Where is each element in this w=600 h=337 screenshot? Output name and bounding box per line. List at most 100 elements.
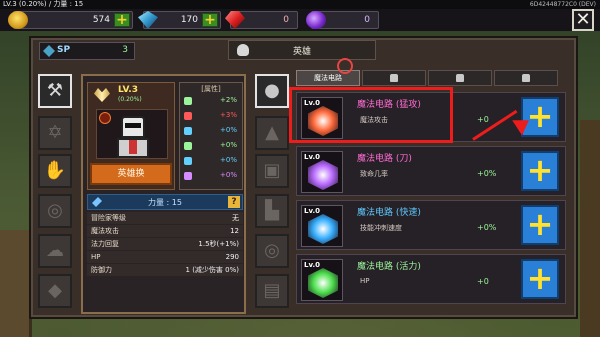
skill-level: Lv.0 [304, 153, 320, 161]
hexagon-gem-icon [308, 160, 338, 190]
power-label: 力量 : 15 [148, 198, 182, 207]
tree-trunk-left [0, 230, 32, 337]
skill-value: +0 [477, 277, 489, 286]
skill-description: 致命几率 [360, 170, 388, 178]
ring-icon: ◎ [47, 200, 63, 221]
lock-icon [456, 74, 464, 82]
sp-diamond-icon [43, 45, 55, 57]
attribute-row: +0% [183, 155, 241, 167]
tab-locked-2[interactable] [428, 70, 492, 86]
skill-level: Lv.0 [304, 261, 320, 269]
stat-value: 1.5秒(+1%) [198, 240, 239, 248]
change-hero-button[interactable]: 英雄换 [90, 163, 172, 185]
dark-icon [184, 172, 192, 180]
knight-visor [125, 123, 141, 128]
wings-icon [94, 88, 110, 102]
tab-boots[interactable]: ▙ [255, 194, 289, 228]
add-gem-button[interactable]: + [202, 13, 218, 27]
hexagon-gem-icon [308, 268, 338, 298]
tab-locked-1[interactable] [362, 70, 426, 86]
gold-counter: 574 + [8, 11, 133, 29]
tab-magic-circuit[interactable]: 魔法电路 [296, 70, 360, 86]
gem-counter: 170 + [138, 11, 221, 29]
stat-value: 12 [230, 227, 239, 235]
stat-value: 1 (减少伤害 0%) [185, 266, 239, 274]
cards-icon: ▤ [263, 280, 281, 301]
tab-hexagram[interactable]: ✡ [38, 116, 72, 150]
tab-ring-2[interactable]: ◎ [255, 234, 289, 268]
stat-label: HP [91, 253, 101, 261]
upgrade-skill-button[interactable]: + [521, 205, 559, 245]
stats-list: 冒险家等级 无 魔法攻击 12 法力回复 1.5秒(+1%) HP 290 防御… [87, 212, 243, 277]
ruby-icon [225, 11, 245, 29]
hand-icon: ✋ [43, 160, 67, 181]
sword-icon [184, 97, 192, 105]
upgrade-skill-button[interactable]: + [521, 259, 559, 299]
add-gold-button[interactable]: + [114, 13, 130, 27]
attribute-row: +0% [183, 125, 241, 137]
speech-bubble-icon: ☁ [46, 240, 64, 261]
attribute-value: +0% [220, 141, 237, 149]
stat-row: HP 290 [87, 251, 243, 263]
sp-value: 3 [122, 45, 128, 55]
hero-level-percent: (0.20%) [118, 96, 142, 103]
stat-label: 防御力 [91, 266, 112, 274]
armor-icon: ▣ [263, 160, 281, 181]
tab-helmet[interactable]: ▲ [255, 116, 289, 150]
skill-name: 魔法电路 (刀) [357, 154, 412, 164]
ruby-value: 0 [283, 15, 289, 25]
tab-armor[interactable]: ▣ [255, 154, 289, 188]
tab-cards[interactable]: ▤ [255, 274, 289, 308]
skill-name: 魔法电路 (快速) [357, 208, 421, 218]
cat-icon: ◆ [48, 280, 62, 301]
upgrade-skill-button[interactable]: + [521, 151, 559, 191]
power-bar: 力量 : 15 ? [87, 194, 243, 210]
circuit-gem: Lv.0 [301, 205, 343, 247]
device-id: 6D42448772C0 (DEV) [529, 1, 596, 8]
drop-icon [184, 127, 192, 135]
tab-weapon[interactable]: ⚒ [38, 74, 72, 108]
skill-value: +0% [477, 169, 497, 178]
orb-icon: ● [264, 80, 280, 101]
stat-row: 法力回复 1.5秒(+1%) [87, 238, 243, 250]
hexagon-gem-icon [308, 214, 338, 244]
hero-panel: LV.3 (0.20%) 英雄换 [属性] +2% +3% +0% +0% +0% +0%… [81, 74, 246, 314]
stat-row: 魔法攻击 12 [87, 225, 243, 237]
skill-row: Lv.0 魔法电路 (活力) HP +0 + [296, 254, 566, 304]
attribute-value: +2% [220, 96, 237, 104]
hero-window: SP 3 英雄 ⚒ ✡ ✋ ◎ ☁ ◆ LV.3 (0.20%) 英雄换 [属性… [29, 36, 578, 319]
cursor-ring [337, 58, 353, 74]
gem-value: 170 [180, 15, 198, 25]
tab-orb[interactable]: ● [255, 74, 289, 108]
hero-card: LV.3 (0.20%) 英雄换 [87, 82, 175, 190]
window-title: 英雄 [292, 47, 311, 57]
orb-counter: 0 [306, 11, 379, 29]
attribute-title: [属性] [201, 85, 221, 93]
attribute-row: +3% [183, 110, 241, 122]
stat-value: 无 [232, 214, 239, 222]
orb-value: 0 [364, 15, 370, 25]
skill-description: HP [360, 277, 370, 285]
gold-coin-icon [8, 11, 28, 29]
tab-hand[interactable]: ✋ [38, 154, 72, 188]
circuit-gem: Lv.0 [301, 259, 343, 301]
help-button[interactable]: ? [228, 196, 240, 208]
skill-level: Lv.0 [304, 207, 320, 215]
tab-cat[interactable]: ◆ [38, 274, 72, 308]
skill-value: +0 [477, 115, 489, 124]
ring-icon: ◎ [264, 240, 280, 261]
tab-ring[interactable]: ◎ [38, 194, 72, 228]
skill-row: Lv.0 魔法电路 (快速) 技能冲刺速度 +0% + [296, 200, 566, 250]
knight-cross-emblem [129, 140, 137, 154]
stat-label: 魔法攻击 [91, 227, 119, 235]
tab-chat[interactable]: ☁ [38, 234, 72, 268]
tab-locked-3[interactable] [494, 70, 558, 86]
stat-row: 冒险家等级 无 [87, 212, 243, 224]
stat-label: 冒险家等级 [91, 214, 126, 222]
hero-portrait [96, 109, 168, 159]
skill-name: 魔法电路 (活力) [357, 262, 421, 272]
attribute-value: +0% [220, 126, 237, 134]
skill-value: +0% [477, 223, 497, 232]
stat-value: 290 [225, 253, 239, 261]
close-button[interactable]: ✕ [572, 9, 594, 31]
